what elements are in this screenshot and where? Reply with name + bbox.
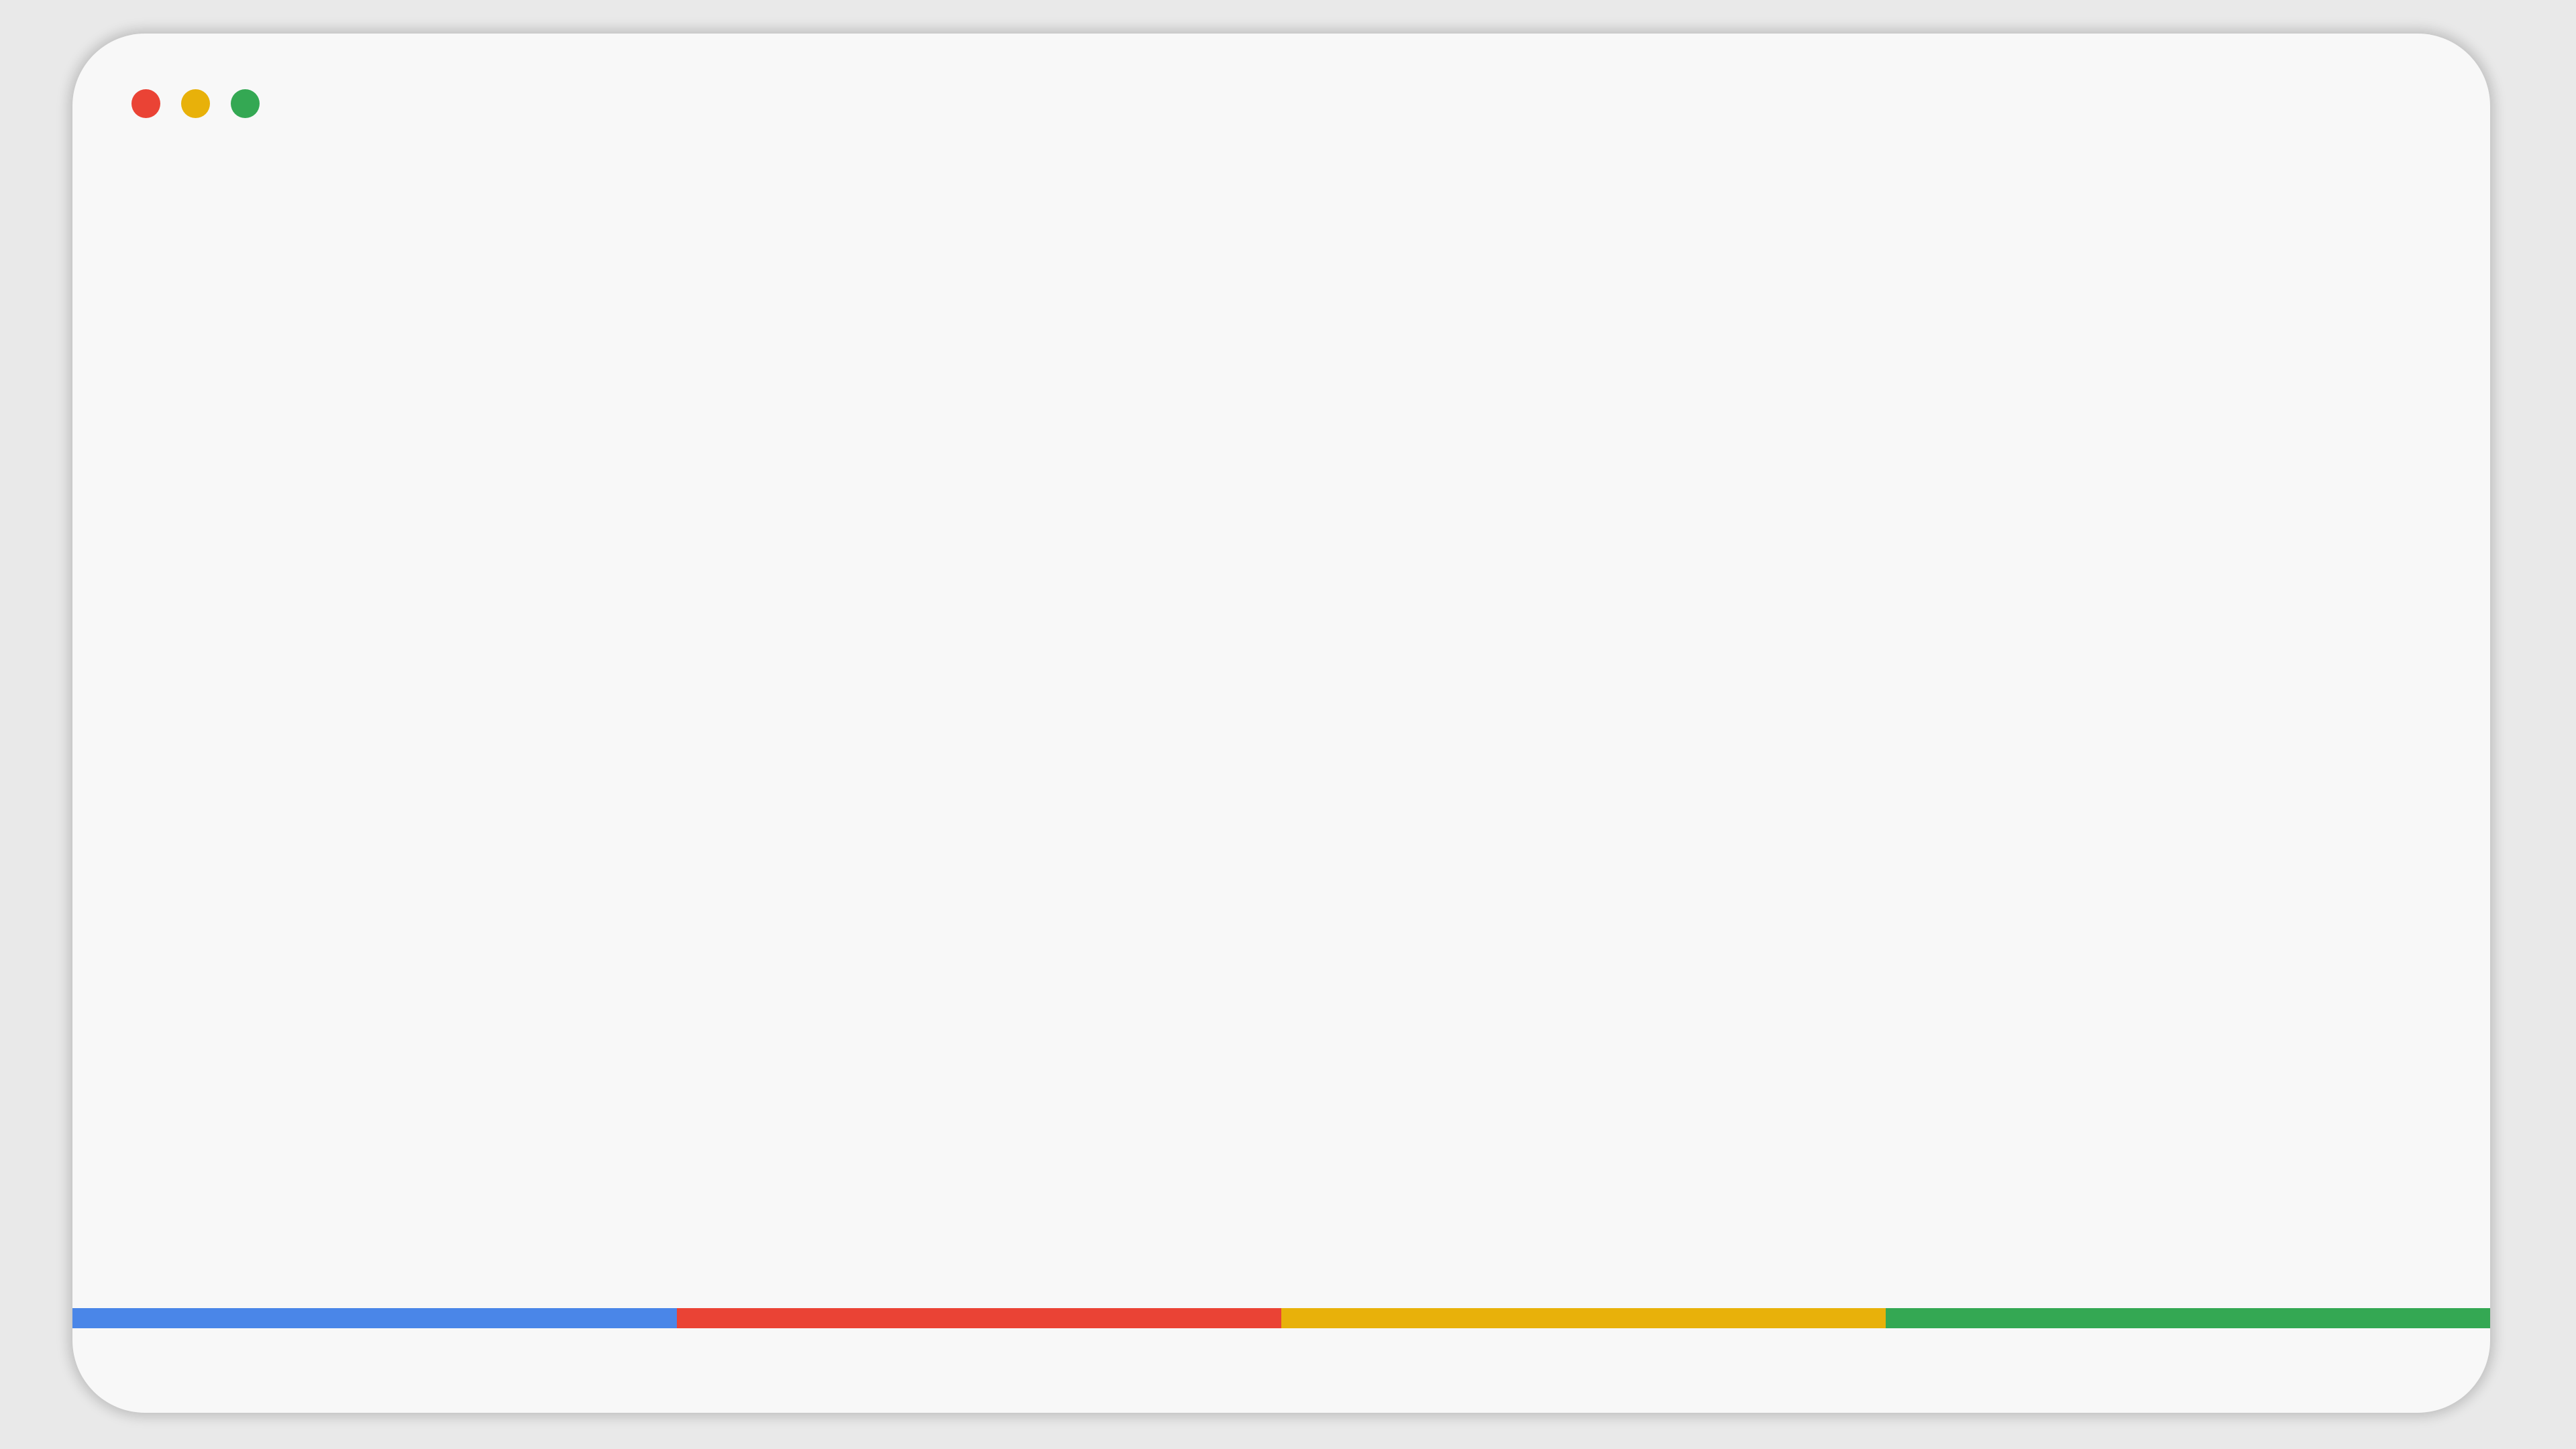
brand-color-bar	[72, 1308, 2490, 1328]
maximize-button[interactable]	[231, 89, 260, 118]
brand-bar-red-segment	[677, 1308, 1281, 1328]
close-button[interactable]	[131, 89, 160, 118]
window-controls	[131, 89, 260, 118]
brand-bar-yellow-segment	[1281, 1308, 1886, 1328]
minimize-button[interactable]	[181, 89, 210, 118]
app-window	[72, 34, 2490, 1413]
brand-bar-blue-segment	[72, 1308, 677, 1328]
brand-bar-green-segment	[1886, 1308, 2490, 1328]
window-content	[72, 168, 2490, 1342]
